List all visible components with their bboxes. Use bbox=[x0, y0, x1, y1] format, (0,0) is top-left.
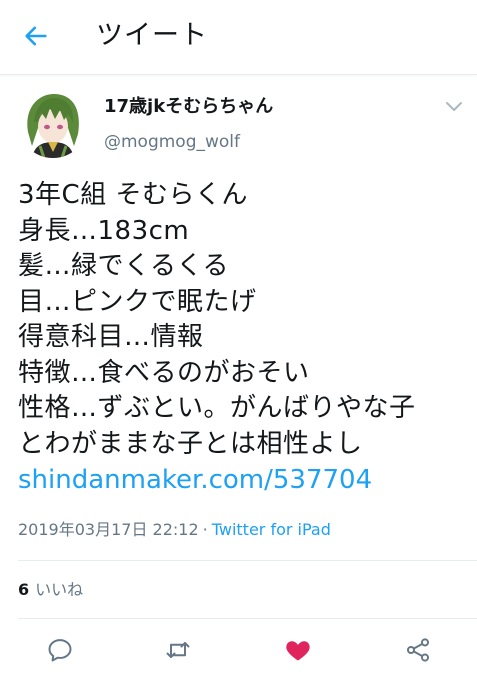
tweet-line: 髪…緑でくるくる bbox=[18, 251, 229, 281]
chevron-down-icon[interactable] bbox=[444, 100, 464, 114]
meta-separator: · bbox=[202, 520, 208, 539]
arrow-left-icon[interactable] bbox=[22, 22, 50, 50]
share-icon[interactable] bbox=[404, 636, 432, 664]
tweet-line: 身長…183cm bbox=[18, 215, 190, 246]
likes-summary[interactable]: 6 いいね bbox=[18, 578, 83, 602]
likes-count: 6 bbox=[18, 580, 30, 599]
top-app-bar: ツイート bbox=[0, 0, 477, 75]
tweet-line: 3年C組 そむらくん bbox=[18, 180, 248, 210]
tweet-source-link[interactable]: Twitter for iPad bbox=[212, 520, 331, 539]
tweet-line: とわがままな子とは相性よし bbox=[18, 428, 363, 459]
author-display-name[interactable]: 17歳jkそむらちゃん bbox=[104, 94, 273, 120]
avatar[interactable] bbox=[18, 88, 88, 158]
page-title: ツイート bbox=[96, 20, 208, 51]
tweet-text: 3年C組 そむらくん 身長…183cm 髪…緑でくるくる 目…ピンクで眠たげ 得… bbox=[18, 178, 468, 498]
tweet-line: 目…ピンクで眠たげ bbox=[18, 286, 257, 317]
tweet-line: 性格…ずぶとい。がんばりやな子 bbox=[18, 393, 416, 423]
reply-icon[interactable] bbox=[46, 636, 74, 664]
retweet-icon[interactable] bbox=[164, 636, 192, 664]
tweet-line: 得意科目…情報 bbox=[18, 322, 204, 352]
heart-icon[interactable] bbox=[284, 636, 312, 664]
anime-character-avatar-icon bbox=[18, 88, 88, 158]
divider bbox=[18, 618, 477, 619]
author-handle[interactable]: @mogmog_wolf bbox=[104, 130, 240, 154]
likes-label: いいね bbox=[35, 580, 84, 599]
tweet-timestamp: 2019年03月17日 22:12 bbox=[18, 520, 199, 539]
tweet-link[interactable]: shindanmaker.com/537704 bbox=[18, 462, 468, 498]
divider bbox=[18, 560, 477, 561]
tweet-line: 特徴…食べるのがおそい bbox=[18, 357, 310, 388]
tweet-meta: 2019年03月17日 22:12 · Twitter for iPad bbox=[18, 518, 331, 542]
